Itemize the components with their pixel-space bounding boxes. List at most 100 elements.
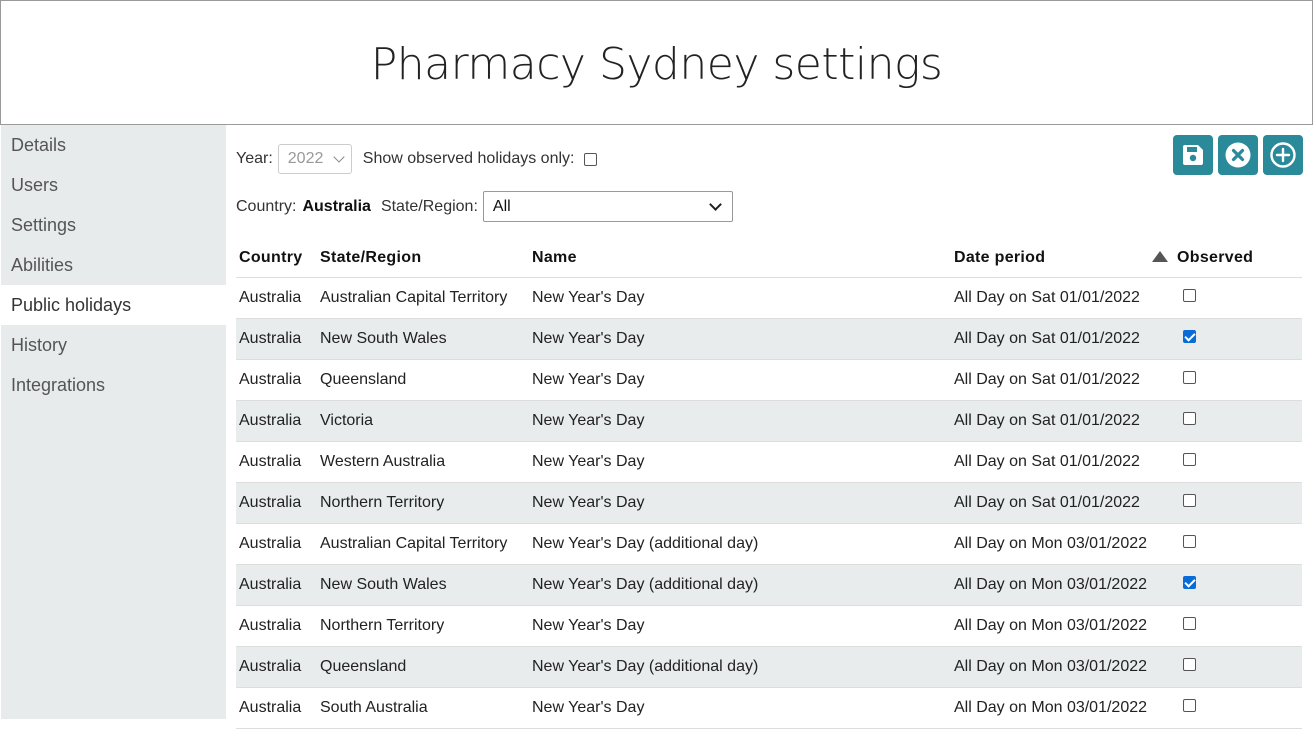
chevron-down-icon bbox=[709, 198, 722, 211]
cell-date: All Day on Sat 01/01/2022 bbox=[951, 318, 1151, 360]
cell-name: New Year's Day bbox=[529, 687, 951, 729]
cell-name: New Year's Day (additional day) bbox=[529, 564, 951, 606]
cell-country: Australia bbox=[236, 482, 317, 524]
sidebar-item-public-holidays[interactable]: Public holidays bbox=[1, 285, 226, 325]
cell-observed bbox=[1172, 605, 1302, 647]
main-content: Year: 2022 Show observed holidays only: … bbox=[226, 125, 1313, 729]
cell-observed bbox=[1172, 646, 1302, 688]
cell-country: Australia bbox=[236, 646, 317, 688]
cell-name: New Year's Day bbox=[529, 605, 951, 647]
cell-spacer bbox=[1150, 482, 1173, 524]
cell-country: Australia bbox=[236, 400, 317, 442]
cell-name: New Year's Day bbox=[529, 359, 951, 401]
header-observed[interactable]: Observed bbox=[1172, 238, 1302, 278]
cell-spacer bbox=[1150, 523, 1173, 565]
observed-only-label: Show observed holidays only: bbox=[362, 150, 575, 167]
add-icon bbox=[1270, 142, 1296, 168]
holidays-table: Country State/Region Name Date period Ob… bbox=[236, 238, 1302, 729]
cell-country: Australia bbox=[236, 277, 317, 319]
cell-name: New Year's Day bbox=[529, 400, 951, 442]
header-name[interactable]: Name bbox=[529, 238, 951, 278]
cancel-icon bbox=[1225, 142, 1251, 168]
observed-checkbox[interactable] bbox=[1183, 289, 1197, 302]
table-row: Australia Western Australia New Year's Day… bbox=[236, 441, 1302, 483]
sidebar-item-integrations[interactable]: Integrations bbox=[1, 365, 226, 405]
table-row: Australia Northern Territory New Year's Da… bbox=[236, 482, 1302, 524]
cell-date: All Day on Sat 01/01/2022 bbox=[951, 441, 1151, 483]
cell-country: Australia bbox=[236, 687, 317, 729]
observed-checkbox[interactable] bbox=[1183, 658, 1197, 671]
cell-observed bbox=[1172, 687, 1302, 729]
table-row: Australia Australian Capital Territory New… bbox=[236, 523, 1302, 565]
observed-checkbox[interactable] bbox=[1183, 412, 1197, 425]
sort-ascending-icon[interactable] bbox=[1150, 238, 1173, 278]
cell-date: All Day on Sat 01/01/2022 bbox=[951, 482, 1151, 524]
table-row: Australia New South Wales New Year's Day (… bbox=[236, 564, 1302, 606]
cell-country: Australia bbox=[236, 359, 317, 401]
cell-spacer bbox=[1150, 400, 1173, 442]
cell-date: All Day on Sat 01/01/2022 bbox=[951, 400, 1151, 442]
state-value: All bbox=[492, 197, 511, 215]
country-value: Australia bbox=[302, 197, 371, 215]
header-date[interactable]: Date period bbox=[951, 238, 1151, 278]
cell-country: Australia bbox=[236, 441, 317, 483]
sidebar-item-history[interactable]: History bbox=[1, 325, 226, 365]
cell-state: Queensland bbox=[317, 646, 529, 688]
country-filter-row: Country: Australia State/Region: All bbox=[236, 191, 733, 222]
observed-checkbox[interactable] bbox=[1183, 453, 1197, 466]
sidebar-item-users[interactable]: Users bbox=[1, 165, 226, 205]
cell-country: Australia bbox=[236, 564, 317, 606]
sidebar-item-settings[interactable]: Settings bbox=[1, 205, 226, 245]
cell-state: Northern Territory bbox=[317, 482, 529, 524]
cell-country: Australia bbox=[236, 523, 317, 565]
observed-checkbox[interactable] bbox=[1183, 617, 1197, 630]
save-button[interactable] bbox=[1173, 135, 1213, 175]
sidebar-item-abilities[interactable]: Abilities bbox=[1, 245, 226, 285]
toolbar bbox=[1173, 135, 1303, 175]
year-label: Year: bbox=[236, 150, 273, 167]
cell-observed bbox=[1172, 318, 1302, 360]
cell-state: Australian Capital Territory bbox=[317, 523, 529, 565]
table-row: Australia Victoria New Year's Day All Day o… bbox=[236, 400, 1302, 442]
cell-date: All Day on Mon 03/01/2022 bbox=[951, 523, 1151, 565]
cell-state: Northern Territory bbox=[317, 605, 529, 647]
cell-observed bbox=[1172, 441, 1302, 483]
sidebar-item-details[interactable]: Details bbox=[1, 125, 226, 165]
cell-state: Victoria bbox=[317, 400, 529, 442]
year-select[interactable]: 2022 bbox=[277, 144, 352, 174]
cell-spacer bbox=[1150, 359, 1173, 401]
cell-observed bbox=[1172, 482, 1302, 524]
observed-checkbox[interactable] bbox=[1183, 576, 1197, 589]
cell-date: All Day on Sat 01/01/2022 bbox=[951, 359, 1151, 401]
cell-date: All Day on Mon 03/01/2022 bbox=[951, 646, 1151, 688]
cell-spacer bbox=[1150, 646, 1173, 688]
header-country[interactable]: Country bbox=[236, 238, 317, 278]
observed-only-checkbox[interactable] bbox=[584, 152, 598, 166]
page-title: Pharmacy Sydney settings bbox=[370, 39, 943, 90]
table-row: Australia New South Wales New Year's Day Al… bbox=[236, 318, 1302, 360]
observed-checkbox[interactable] bbox=[1183, 371, 1197, 384]
cell-name: New Year's Day bbox=[529, 318, 951, 360]
cell-state: Australian Capital Territory bbox=[317, 277, 529, 319]
observed-checkbox[interactable] bbox=[1183, 330, 1197, 343]
cell-state: New South Wales bbox=[317, 318, 529, 360]
table-row: Australia South Australia New Year's Day Al… bbox=[236, 687, 1302, 729]
cell-name: New Year's Day (additional day) bbox=[529, 646, 951, 688]
cell-spacer bbox=[1150, 564, 1173, 606]
observed-checkbox[interactable] bbox=[1183, 494, 1197, 507]
cell-name: New Year's Day bbox=[529, 441, 951, 483]
state-select[interactable]: All bbox=[482, 191, 733, 222]
cell-date: All Day on Mon 03/01/2022 bbox=[951, 605, 1151, 647]
add-button[interactable] bbox=[1263, 135, 1303, 175]
observed-checkbox[interactable] bbox=[1183, 699, 1197, 712]
table-row: Australia Northern Territory New Year's Da… bbox=[236, 605, 1302, 647]
observed-checkbox[interactable] bbox=[1183, 535, 1197, 548]
cell-observed bbox=[1172, 564, 1302, 606]
page-header: Pharmacy Sydney settings bbox=[0, 0, 1313, 125]
cancel-button[interactable] bbox=[1218, 135, 1258, 175]
cell-spacer bbox=[1150, 277, 1173, 319]
header-state[interactable]: State/Region bbox=[317, 238, 529, 278]
cell-spacer bbox=[1150, 687, 1173, 729]
country-label: Country: bbox=[236, 197, 297, 215]
cell-spacer bbox=[1150, 318, 1173, 360]
